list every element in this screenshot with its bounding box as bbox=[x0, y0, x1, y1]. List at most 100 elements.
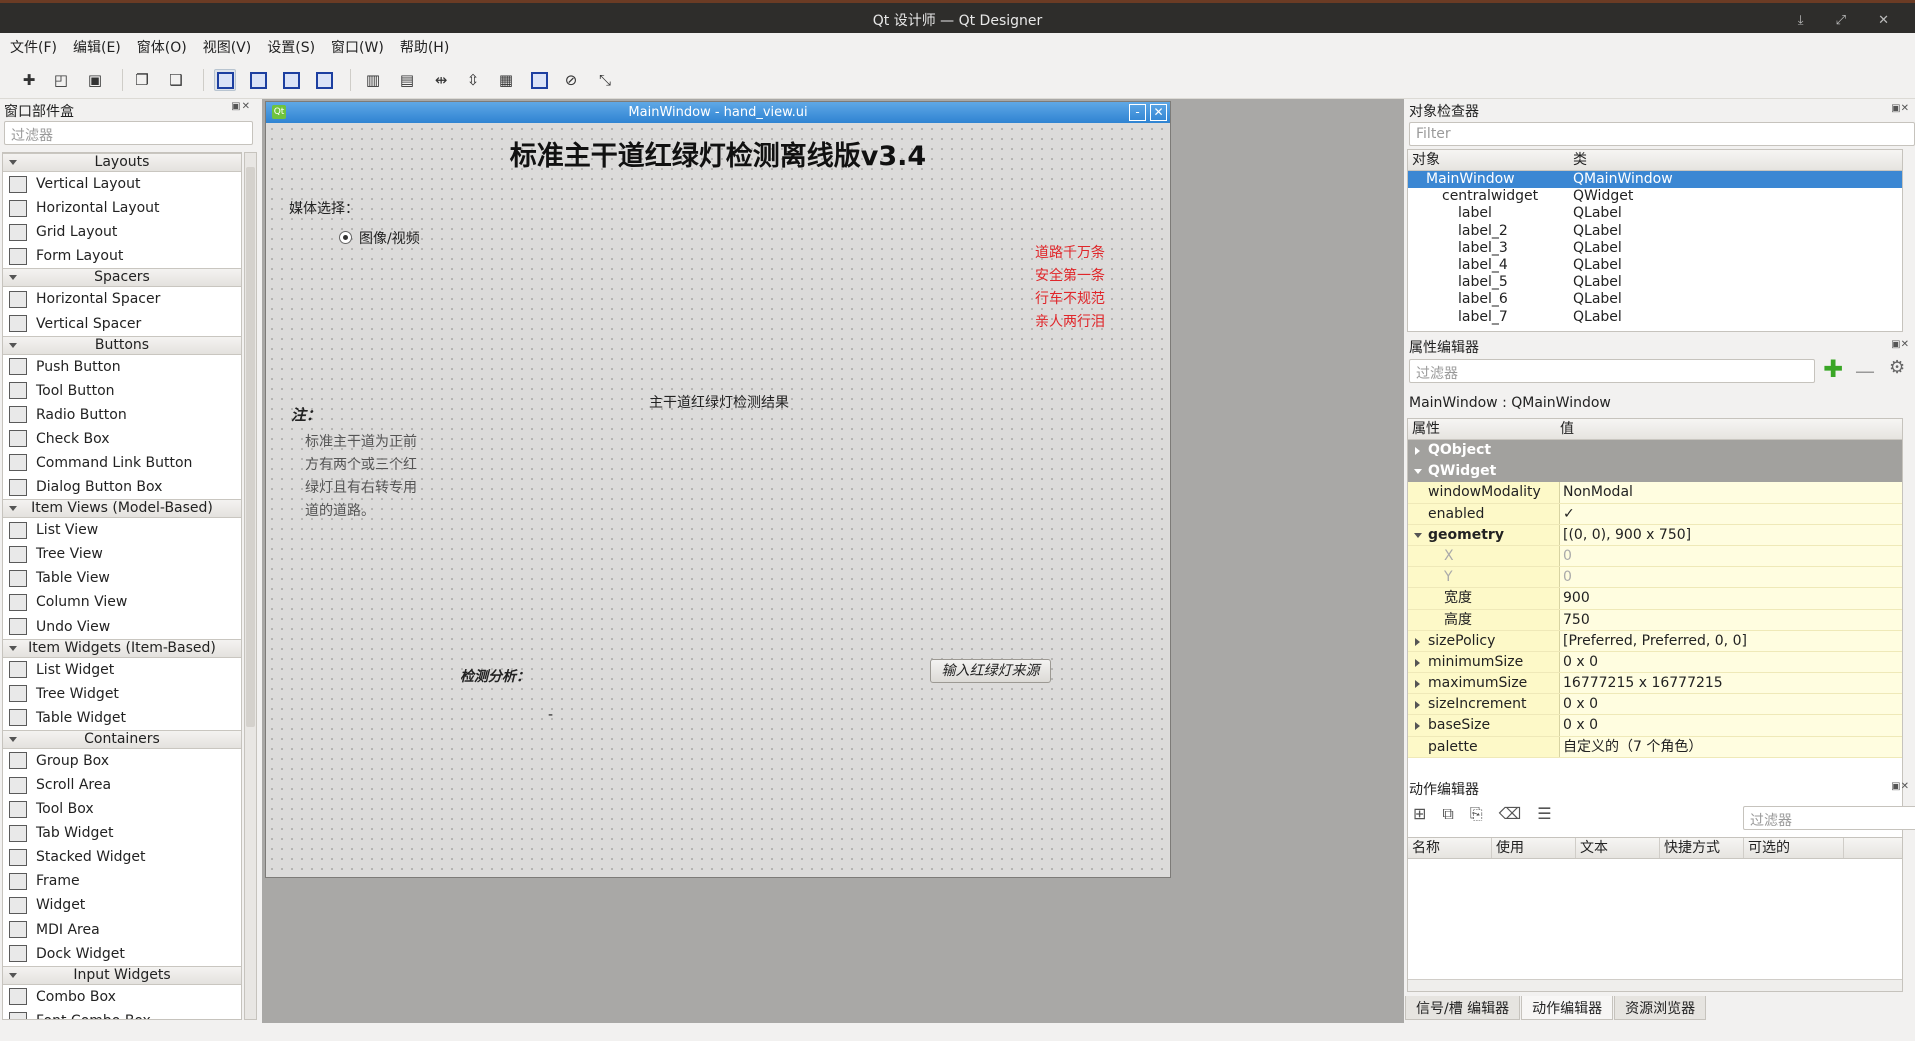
edit-signals-slots-icon[interactable] bbox=[247, 69, 269, 91]
action-column-header[interactable]: 快捷方式 bbox=[1660, 838, 1744, 858]
action-column-header[interactable]: 使用 bbox=[1492, 838, 1576, 858]
edit-tab-order-icon[interactable] bbox=[313, 69, 335, 91]
property-row[interactable]: X0 bbox=[1408, 545, 1902, 568]
dock-tab[interactable]: 资源浏览器 bbox=[1614, 996, 1707, 1020]
widget-box-filter[interactable]: 过滤器 bbox=[4, 121, 253, 145]
property-value[interactable]: NonModal bbox=[1560, 482, 1902, 503]
property-row[interactable]: 高度 750 bbox=[1408, 609, 1902, 631]
layout-horizontal-icon[interactable]: ▥ bbox=[362, 69, 384, 91]
action-editor-filter[interactable]: 过滤器 bbox=[1743, 806, 1915, 830]
widget-item[interactable]: Font Combo Box bbox=[3, 1009, 241, 1019]
dock-tab[interactable]: 信号/槽 编辑器 bbox=[1405, 996, 1521, 1020]
widget-item[interactable]: Vertical Layout bbox=[3, 172, 241, 196]
widget-item[interactable]: Grid Layout bbox=[3, 220, 241, 244]
property-editor-filter[interactable]: 过滤器 bbox=[1409, 359, 1815, 383]
widget-item[interactable]: Radio Button bbox=[3, 403, 241, 427]
image-video-radio[interactable] bbox=[339, 231, 352, 244]
menu-item[interactable]: 设置(S) bbox=[267, 37, 315, 57]
property-row[interactable]: palette 自定义的（7 个角色） bbox=[1408, 736, 1902, 758]
save-form-icon[interactable]: ▣ bbox=[84, 69, 106, 91]
menu-item[interactable]: 编辑(E) bbox=[73, 37, 121, 57]
property-value[interactable]: 0 x 0 bbox=[1560, 715, 1902, 736]
property-value[interactable] bbox=[1560, 461, 1902, 482]
menu-item[interactable]: 窗体(O) bbox=[137, 37, 187, 57]
property-value[interactable]: 0 bbox=[1560, 545, 1902, 567]
property-row[interactable]: QObject bbox=[1408, 440, 1902, 462]
property-value[interactable]: ✓ bbox=[1560, 503, 1902, 524]
widget-category[interactable]: Input Widgets bbox=[3, 965, 241, 985]
property-row[interactable]: maximumSize 16777215 x 16777215 bbox=[1408, 673, 1902, 695]
form-canvas[interactable]: 标准主干道红绿灯检测离线版v3.4 媒体选择： 图像/视频 道路千万条 安全第一… bbox=[267, 124, 1169, 877]
menu-item[interactable]: 视图(V) bbox=[203, 37, 252, 57]
dock-float-close-icon[interactable]: ▣✕ bbox=[1891, 339, 1909, 350]
form-titlebar[interactable]: Qt MainWindow - hand_view.ui - ✕ bbox=[266, 102, 1170, 123]
layout-vertical-icon[interactable]: ▤ bbox=[396, 69, 418, 91]
property-row[interactable]: baseSize 0 x 0 bbox=[1408, 715, 1902, 737]
widget-category[interactable]: Layouts bbox=[3, 153, 241, 172]
break-layout-icon[interactable]: ⊘ bbox=[560, 69, 582, 91]
widget-category[interactable]: Item Widgets (Item-Based) bbox=[3, 638, 241, 658]
property-row[interactable]: Y0 bbox=[1408, 567, 1902, 589]
layout-vertical-splitter-icon[interactable]: ⇳ bbox=[462, 69, 484, 91]
property-value[interactable]: 16777215 x 16777215 bbox=[1560, 673, 1902, 694]
property-value[interactable]: [(0, 0), 900 x 750] bbox=[1560, 524, 1902, 545]
widget-item[interactable]: Horizontal Layout bbox=[3, 196, 241, 220]
minimize-icon[interactable]: - bbox=[1129, 104, 1146, 121]
menu-item[interactable]: 文件(F) bbox=[10, 37, 57, 57]
widget-item[interactable]: Tool Box bbox=[3, 797, 241, 821]
dock-float-close-icon[interactable]: ▣✕ bbox=[231, 101, 251, 112]
widget-item[interactable]: Horizontal Spacer bbox=[3, 287, 241, 311]
widget-item[interactable]: Tab Widget bbox=[3, 821, 241, 845]
property-row[interactable]: 宽度 900 bbox=[1408, 588, 1902, 610]
add-property-icon[interactable]: ✚ bbox=[1823, 355, 1843, 383]
object-row[interactable]: label_3 QLabel bbox=[1408, 240, 1902, 257]
widget-category[interactable]: Buttons bbox=[3, 335, 241, 355]
property-value[interactable]: 900 bbox=[1560, 588, 1902, 609]
menu-item[interactable]: 窗口(W) bbox=[331, 37, 384, 57]
widget-item[interactable]: List Widget bbox=[3, 658, 241, 682]
configure-icon[interactable]: ⚙ bbox=[1889, 357, 1905, 378]
widget-item[interactable]: Frame bbox=[3, 869, 241, 893]
action-toolbar-icons[interactable]: ⊞⧉⎘⌫☰ bbox=[1413, 804, 1568, 824]
property-value[interactable]: 0 x 0 bbox=[1560, 694, 1902, 715]
widget-item[interactable]: Tree View bbox=[3, 542, 241, 566]
widget-item[interactable]: List View bbox=[3, 518, 241, 542]
property-value[interactable] bbox=[1560, 440, 1902, 461]
widget-box-scrollbar[interactable] bbox=[244, 152, 257, 1020]
object-inspector-filter[interactable]: Filter bbox=[1409, 122, 1915, 146]
object-row[interactable]: centralwidget QWidget bbox=[1408, 188, 1902, 205]
object-row[interactable]: label_5 QLabel bbox=[1408, 274, 1902, 291]
widget-item[interactable]: Form Layout bbox=[3, 244, 241, 268]
property-row[interactable]: windowModality NonModal bbox=[1408, 482, 1902, 504]
property-value[interactable]: [Preferred, Preferred, 0, 0] bbox=[1560, 630, 1902, 651]
property-value[interactable]: 0 x 0 bbox=[1560, 651, 1902, 673]
widget-item[interactable]: Group Box bbox=[3, 749, 241, 773]
widget-item[interactable]: Stacked Widget bbox=[3, 845, 241, 869]
close-icon[interactable]: ✕ bbox=[1150, 104, 1167, 121]
property-row[interactable]: QWidget bbox=[1408, 461, 1902, 483]
widget-item[interactable]: Dock Widget bbox=[3, 942, 241, 966]
widget-item[interactable]: Push Button bbox=[3, 355, 241, 379]
edit-buddies-icon[interactable] bbox=[280, 69, 302, 91]
widget-category[interactable]: Containers bbox=[3, 729, 241, 749]
widget-item[interactable]: Vertical Spacer bbox=[3, 311, 241, 335]
object-row[interactable]: label_2 QLabel bbox=[1408, 223, 1902, 240]
widget-item[interactable]: Combo Box bbox=[3, 985, 241, 1009]
layout-form-icon[interactable] bbox=[528, 69, 550, 91]
object-row[interactable]: label QLabel bbox=[1408, 205, 1902, 222]
widget-item[interactable]: Scroll Area bbox=[3, 773, 241, 797]
widget-item[interactable]: Command Link Button bbox=[3, 451, 241, 475]
action-column-header[interactable]: 名称 bbox=[1408, 838, 1492, 858]
new-form-icon[interactable]: ✚ bbox=[18, 69, 40, 91]
widget-item[interactable]: Check Box bbox=[3, 427, 241, 451]
layout-grid-icon[interactable]: ▦ bbox=[495, 69, 517, 91]
property-row[interactable]: enabled ✓ bbox=[1408, 503, 1902, 525]
widget-item[interactable]: Column View bbox=[3, 590, 241, 614]
remove-property-icon[interactable]: — bbox=[1855, 359, 1875, 383]
property-value[interactable]: 自定义的（7 个角色） bbox=[1560, 736, 1902, 757]
property-row[interactable]: minimumSize 0 x 0 bbox=[1408, 651, 1902, 674]
property-value[interactable]: 750 bbox=[1560, 609, 1902, 630]
object-row[interactable]: label_6 QLabel bbox=[1408, 291, 1902, 308]
open-form-icon[interactable]: ◰ bbox=[50, 69, 72, 91]
form-window[interactable]: Qt MainWindow - hand_view.ui - ✕ 标准主干道红绿… bbox=[265, 101, 1171, 878]
